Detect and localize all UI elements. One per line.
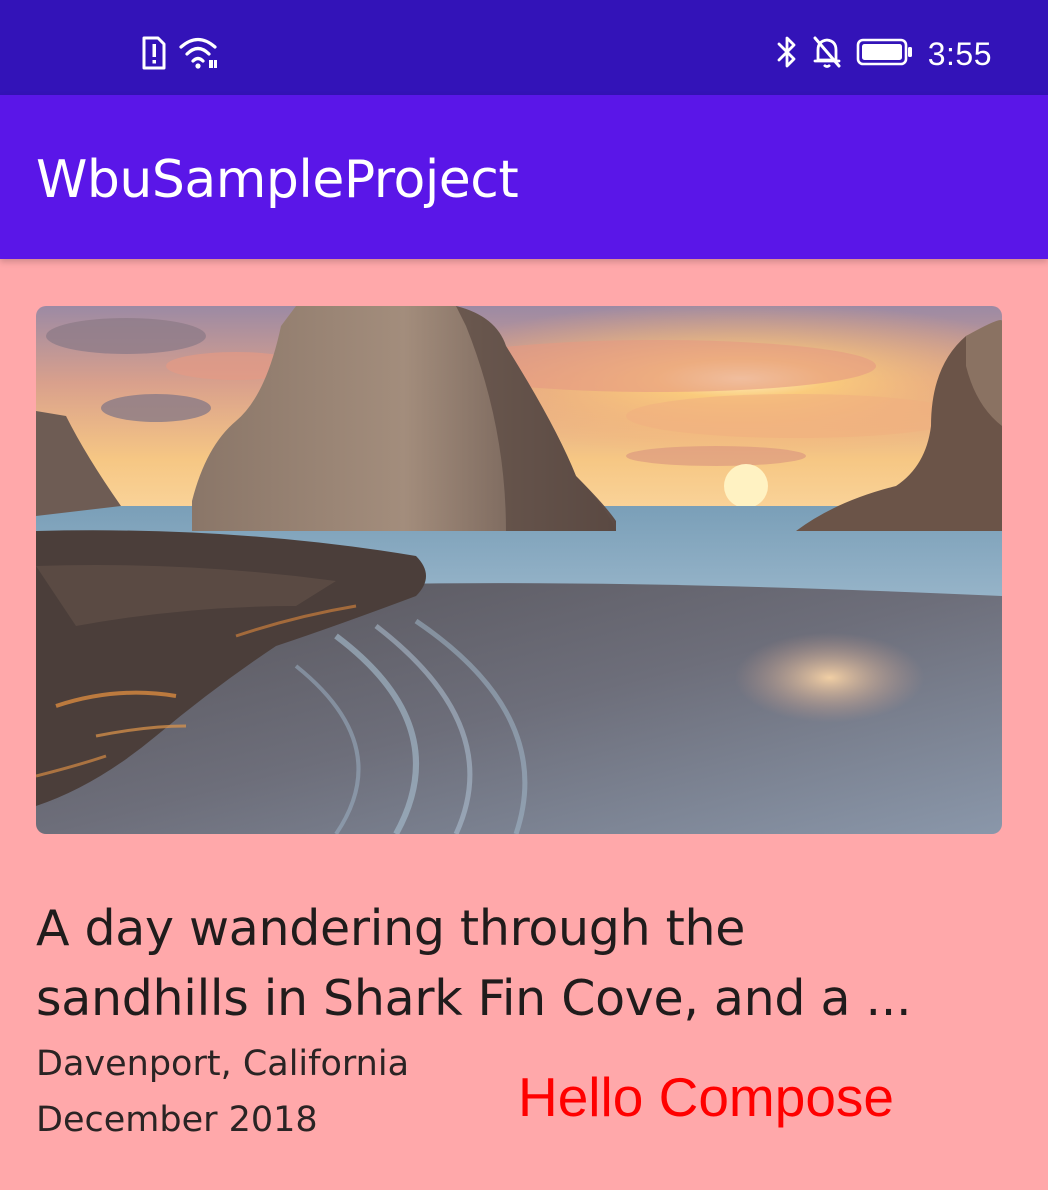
- hello-compose-text: Hello Compose: [518, 1066, 895, 1128]
- wifi-icon: [178, 36, 218, 74]
- alert-icon: [140, 36, 168, 74]
- hero-image: [36, 306, 1002, 834]
- bluetooth-icon: [776, 35, 798, 73]
- status-right-icons: 3:55: [776, 34, 992, 74]
- card-meta: Davenport, California December 2018: [36, 1036, 409, 1148]
- app-title: WbuSampleProject: [36, 150, 519, 210]
- date-text: December 2018: [36, 1100, 318, 1140]
- headline-line-2: sandhills in Shark Fin Cove, and a ...: [36, 970, 912, 1027]
- battery-icon: [856, 37, 914, 71]
- status-time: 3:55: [927, 36, 992, 72]
- headline-line-1: A day wandering through the: [36, 900, 746, 957]
- notifications-off-icon: [812, 35, 842, 73]
- sunset-cove-illustration: [36, 306, 1002, 834]
- status-bar: 3:55: [0, 0, 1048, 95]
- card-headline: A day wandering through the sandhills in…: [36, 894, 996, 1034]
- location-text: Davenport, California: [36, 1044, 410, 1084]
- status-left-icons: [140, 36, 218, 74]
